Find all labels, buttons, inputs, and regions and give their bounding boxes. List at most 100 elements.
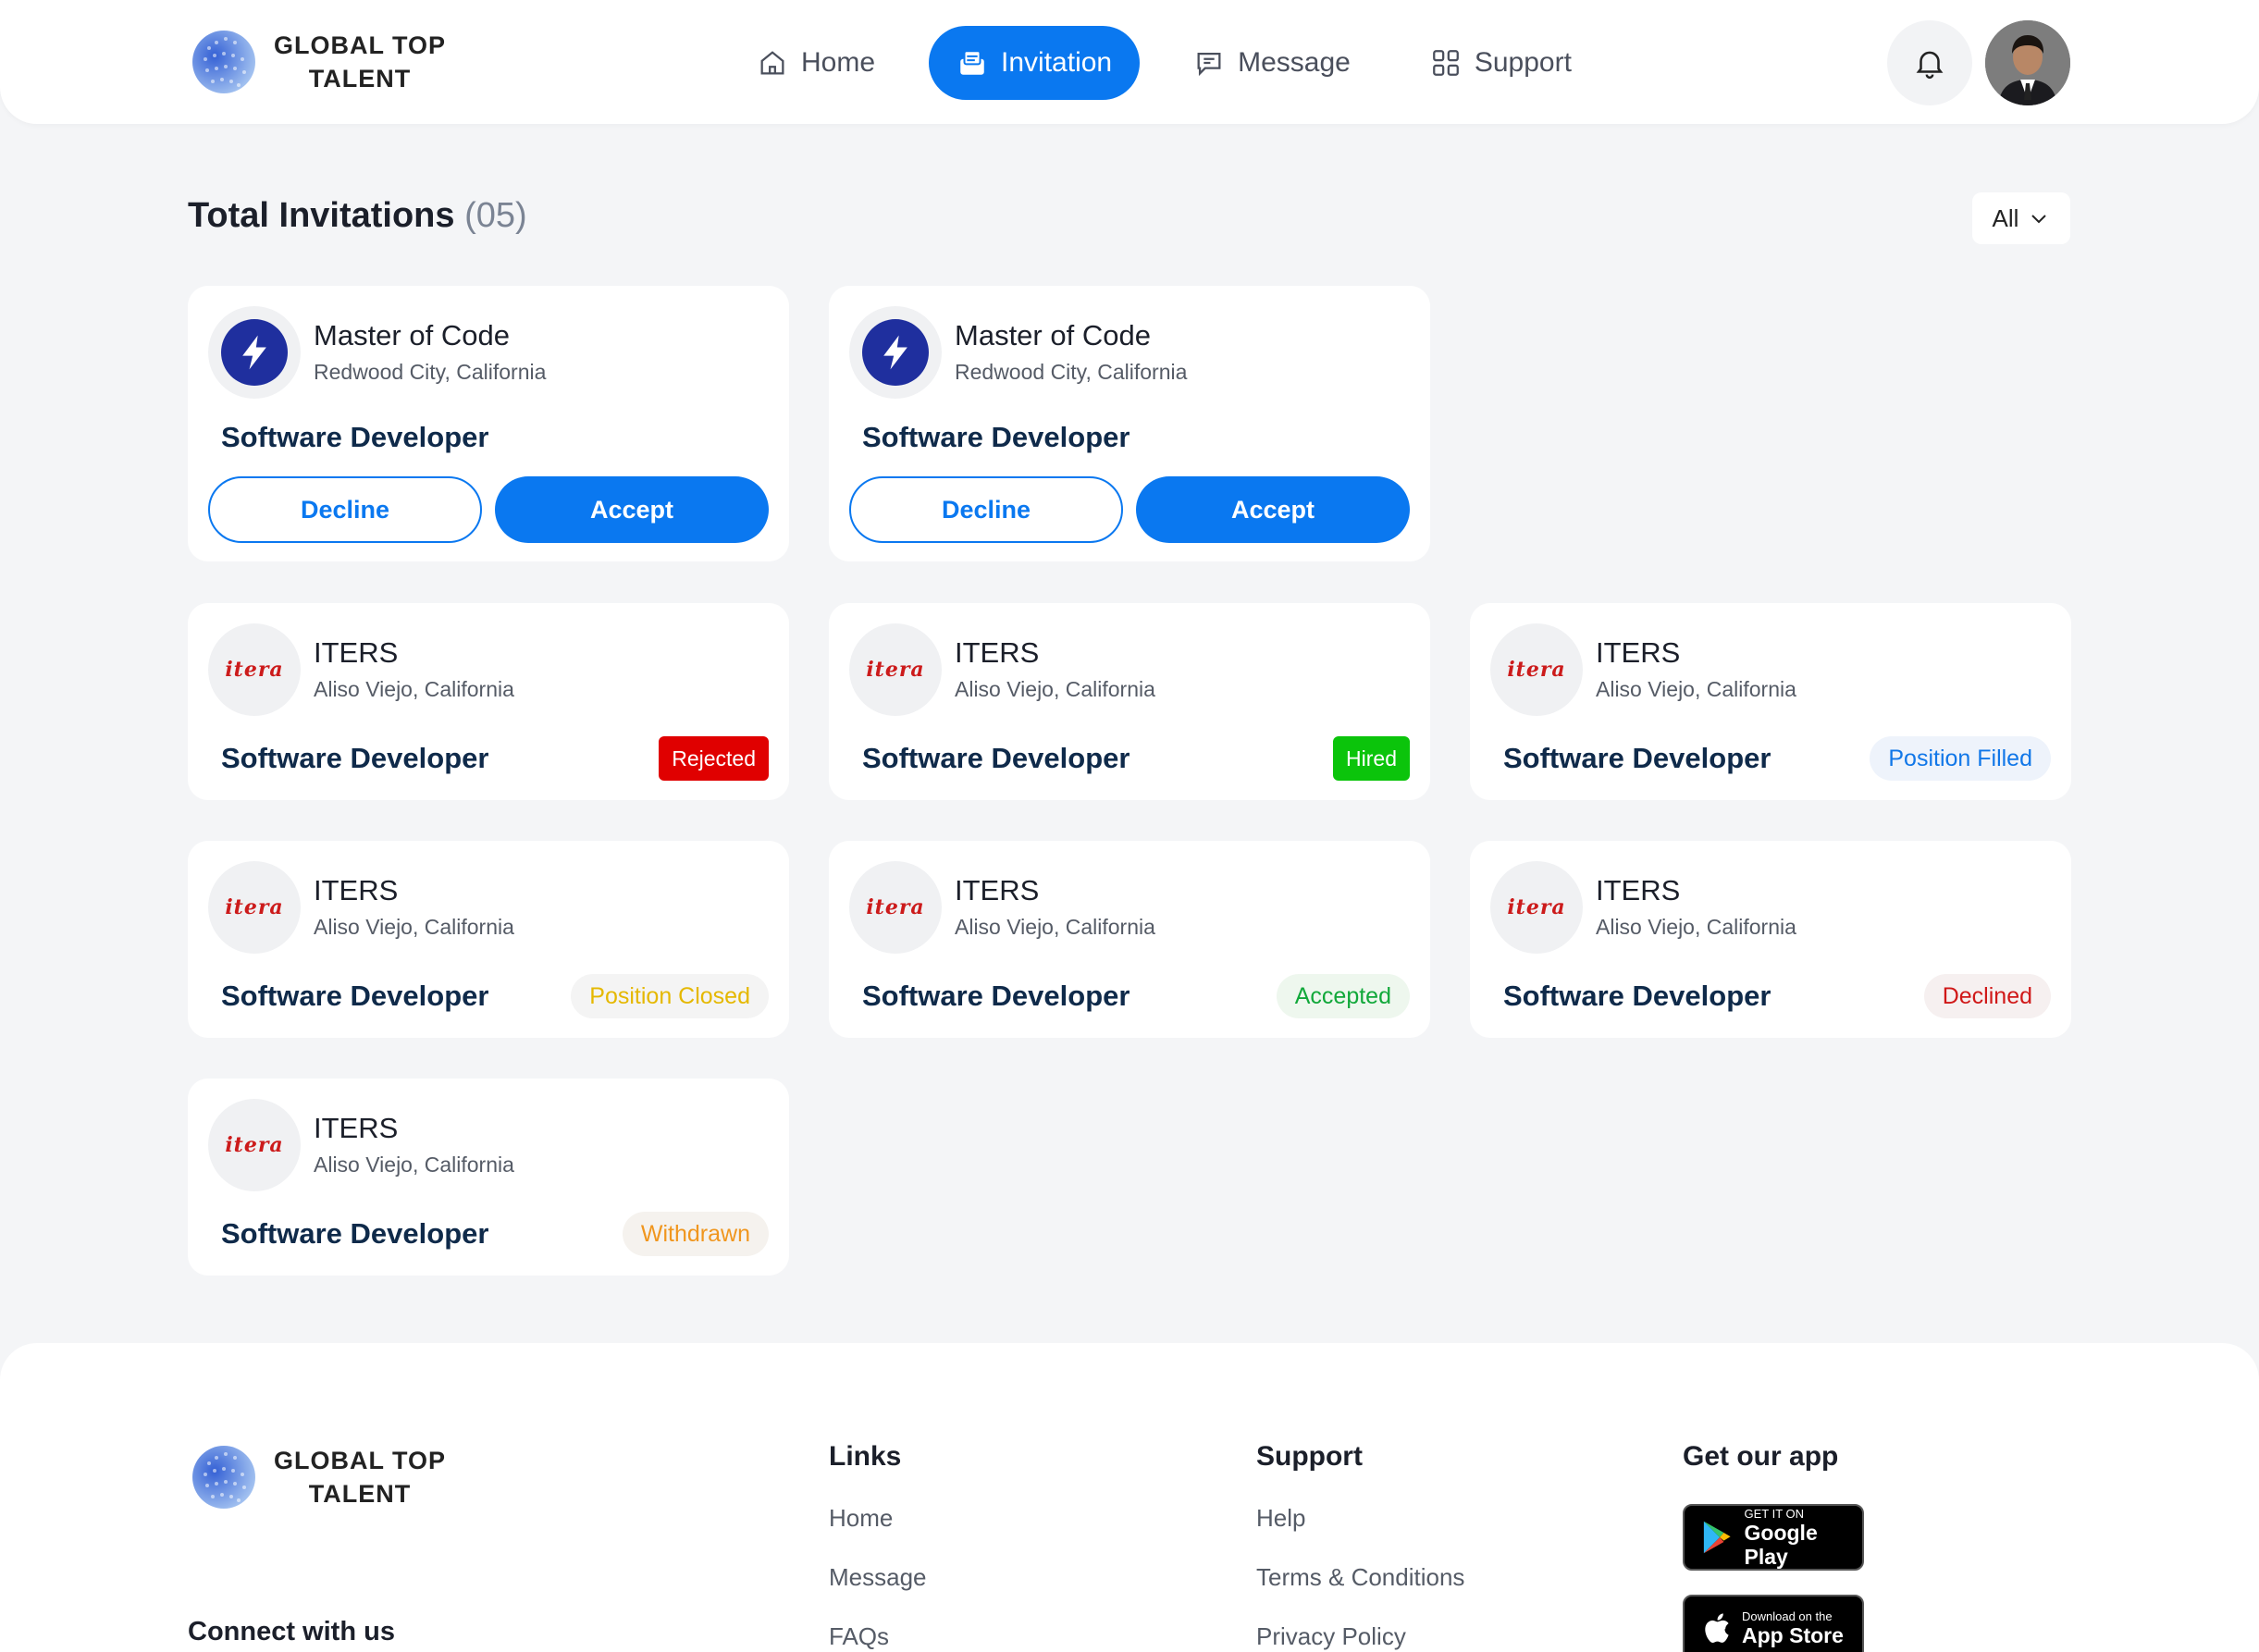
footer-link-faqs[interactable]: FAQs: [829, 1622, 927, 1651]
nav-invitation[interactable]: Invitation: [929, 26, 1141, 100]
company-logo: itera: [1490, 861, 1583, 954]
company-location: Aliso Viejo, California: [1596, 915, 1796, 939]
notifications-button[interactable]: [1887, 20, 1972, 105]
message-icon: [1197, 52, 1221, 77]
job-role: Software Developer: [221, 980, 489, 1012]
job-role: Software Developer: [1503, 980, 1771, 1012]
company-name: ITERS: [314, 636, 399, 669]
globe-logo-icon: [192, 31, 255, 93]
company-name: ITERS: [955, 636, 1040, 669]
company-logo: itera: [208, 861, 301, 954]
company-location: Redwood City, California: [955, 360, 1188, 384]
status-filter-dropdown[interactable]: All: [1972, 192, 2070, 244]
nav-label: Support: [1474, 47, 1572, 78]
nav-label: Invitation: [1001, 47, 1113, 78]
invitation-card[interactable]: itera ITERS Aliso Viejo, California Soft…: [188, 1079, 789, 1276]
apple-icon: [1705, 1613, 1729, 1643]
google-play-big: Google Play: [1744, 1520, 1818, 1569]
google-play-button[interactable]: GET IT ON Google Play: [1683, 1504, 1864, 1571]
company-location: Aliso Viejo, California: [314, 915, 514, 939]
app-store-small: Download on the: [1742, 1609, 1833, 1623]
status-badge: Rejected: [659, 736, 769, 781]
company-location: Redwood City, California: [314, 360, 547, 384]
brand-name: GLOBAL TOP TALENT: [274, 31, 447, 92]
invitation-card[interactable]: itera ITERS Aliso Viejo, California Soft…: [1470, 603, 2071, 800]
company-name: ITERS: [314, 1112, 399, 1144]
job-role: Software Developer: [862, 421, 1130, 453]
footer-support-column: Support Help Terms & Conditions Privacy …: [1256, 1441, 1464, 1652]
job-role: Software Developer: [221, 742, 489, 774]
brand-logo[interactable]: GLOBAL TOP TALENT: [191, 20, 446, 104]
invitation-card[interactable]: itera ITERS Aliso Viejo, California Soft…: [1470, 841, 2071, 1038]
page-title: Total Invitations (05): [188, 196, 527, 235]
invitation-card[interactable]: itera ITERS Aliso Viejo, California Soft…: [188, 603, 789, 800]
invitation-card: Master of Code Redwood City, California …: [188, 286, 789, 561]
home-icon: [760, 51, 784, 75]
app-store-button[interactable]: Download on the App Store: [1683, 1595, 1864, 1652]
company-logo: [208, 306, 301, 399]
footer-support-heading: Support: [1256, 1441, 1363, 1472]
footer-link-message[interactable]: Message: [829, 1563, 927, 1592]
company-name: Master of Code: [314, 319, 510, 351]
chevron-down-icon: [2031, 215, 2047, 224]
company-location: Aliso Viejo, California: [314, 1153, 514, 1177]
invitation-card[interactable]: itera ITERS Aliso Viejo, California Soft…: [829, 603, 1430, 800]
company-name: ITERS: [955, 874, 1040, 906]
filter-value: All: [1992, 203, 2019, 232]
footer-links-column: Links Home Message FAQs: [829, 1441, 927, 1652]
job-role: Software Developer: [862, 980, 1130, 1012]
top-header: GLOBAL TOP TALENT Home Invitation Messag…: [0, 0, 2259, 124]
company-name: ITERS: [1596, 636, 1681, 669]
footer-app-column: Get our app GET IT ON Google Play Downlo…: [1683, 1441, 1864, 1652]
lightning-icon: [883, 335, 907, 370]
status-badge: Position Filled: [1870, 736, 2051, 781]
invitation-card[interactable]: itera ITERS Aliso Viejo, California Soft…: [829, 841, 1430, 1038]
user-avatar[interactable]: [1985, 20, 2070, 105]
footer-brand-logo[interactable]: GLOBAL TOP TALENT: [191, 1436, 446, 1519]
company-logo: [849, 306, 942, 399]
nav-label: Home: [801, 47, 876, 78]
main-nav: Home Invitation Message Support: [731, 26, 1625, 100]
status-badge: Position Closed: [571, 974, 769, 1018]
company-logo: itera: [849, 861, 942, 954]
decline-button[interactable]: Decline: [208, 476, 482, 543]
footer-link-help[interactable]: Help: [1256, 1504, 1464, 1533]
company-logo: itera: [208, 1099, 301, 1191]
accept-button[interactable]: Accept: [495, 476, 769, 543]
nav-label: Message: [1238, 47, 1351, 78]
decline-button[interactable]: Decline: [849, 476, 1123, 543]
invitation-icon: [960, 50, 984, 75]
company-logo: itera: [1490, 623, 1583, 716]
company-location: Aliso Viejo, California: [314, 677, 514, 701]
company-location: Aliso Viejo, California: [955, 915, 1155, 939]
nav-support[interactable]: Support: [1404, 26, 1598, 100]
app-store-big: App Store: [1742, 1622, 1844, 1647]
job-role: Software Developer: [221, 421, 489, 453]
footer-app-heading: Get our app: [1683, 1441, 1839, 1472]
company-location: Aliso Viejo, California: [1596, 677, 1796, 701]
brand-name: GLOBAL TOP TALENT: [274, 1447, 447, 1508]
company-logo: itera: [208, 623, 301, 716]
footer-link-home[interactable]: Home: [829, 1504, 927, 1533]
globe-logo-icon: [192, 1446, 255, 1509]
iters-wordmark: itera: [1507, 658, 1566, 682]
bell-icon: [1916, 51, 1944, 80]
job-role: Software Developer: [221, 1217, 489, 1250]
status-badge: Withdrawn: [622, 1212, 769, 1256]
site-footer: GLOBAL TOP TALENT Connect with us Links …: [0, 1343, 2259, 1652]
iters-wordmark: itera: [225, 895, 284, 919]
nav-message[interactable]: Message: [1167, 26, 1376, 100]
nav-home[interactable]: Home: [731, 26, 901, 100]
iters-wordmark: itera: [866, 895, 925, 919]
connect-heading: Connect with us: [188, 1617, 395, 1646]
accept-button[interactable]: Accept: [1136, 476, 1410, 543]
invitation-card[interactable]: itera ITERS Aliso Viejo, California Soft…: [188, 841, 789, 1038]
footer-link-terms[interactable]: Terms & Conditions: [1256, 1563, 1464, 1592]
company-name: ITERS: [314, 874, 399, 906]
iters-wordmark: itera: [1507, 895, 1566, 919]
footer-link-privacy[interactable]: Privacy Policy: [1256, 1622, 1464, 1651]
google-play-icon: [1703, 1521, 1731, 1554]
google-play-small: GET IT ON: [1744, 1506, 1805, 1521]
lightning-icon: [242, 335, 266, 370]
support-icon: [1432, 50, 1459, 76]
